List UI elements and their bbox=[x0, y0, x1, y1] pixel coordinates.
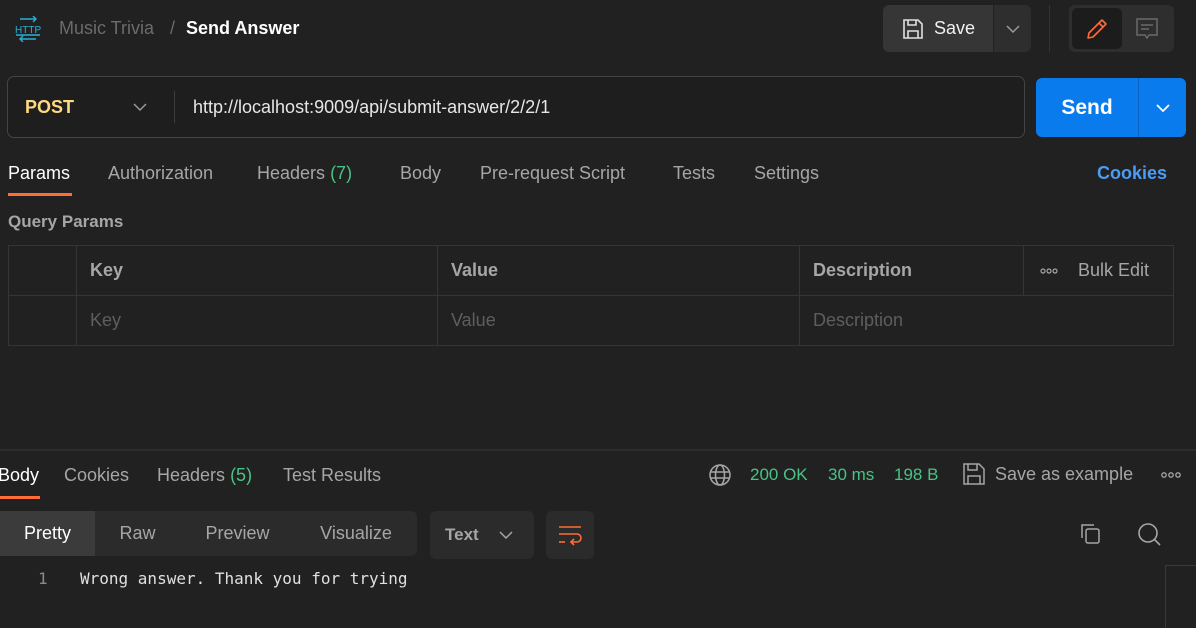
headers-count: (7) bbox=[330, 163, 353, 183]
active-response-tab-indicator bbox=[0, 496, 40, 499]
response-tab-body[interactable]: Body bbox=[0, 465, 39, 486]
pencil-icon bbox=[1087, 18, 1107, 39]
wrap-lines-icon bbox=[559, 526, 582, 546]
wrap-lines-button[interactable] bbox=[546, 511, 594, 559]
cookies-link[interactable]: Cookies bbox=[1097, 163, 1167, 184]
tab-prerequest-script[interactable]: Pre-request Script bbox=[480, 163, 625, 184]
bulk-edit-button[interactable]: Bulk Edit bbox=[1078, 260, 1149, 281]
view-preview[interactable]: Preview bbox=[180, 511, 295, 556]
save-options-button[interactable] bbox=[994, 5, 1031, 52]
tab-headers[interactable]: Headers (7) bbox=[257, 163, 352, 184]
response-tab-cookies[interactable]: Cookies bbox=[64, 465, 129, 486]
tab-authorization[interactable]: Authorization bbox=[108, 163, 213, 184]
format-label: Text bbox=[445, 525, 479, 544]
method-label: POST bbox=[25, 96, 75, 117]
header-divider bbox=[1049, 5, 1050, 52]
tab-body[interactable]: Body bbox=[400, 163, 441, 184]
save-as-example-label: Save as example bbox=[995, 463, 1134, 484]
response-tab-headers[interactable]: Headers (5) bbox=[157, 465, 252, 486]
chevron-down-icon bbox=[133, 103, 147, 112]
chevron-down-icon bbox=[499, 531, 513, 539]
chevron-down-icon bbox=[1005, 24, 1020, 33]
view-mode-tabs: Pretty Raw Preview Visualize bbox=[0, 511, 417, 556]
format-select[interactable]: Text bbox=[430, 511, 534, 559]
response-body-line[interactable]: Wrong answer. Thank you for trying bbox=[80, 569, 408, 588]
checkbox-column-header bbox=[9, 246, 77, 296]
send-options-button[interactable] bbox=[1138, 78, 1186, 137]
tab-params[interactable]: Params bbox=[8, 163, 70, 184]
header-bar: HTTP Music Trivia / Send Answer Save bbox=[0, 0, 1196, 58]
search-icon[interactable] bbox=[1137, 522, 1163, 548]
url-divider bbox=[174, 91, 175, 123]
response-headers-count: (5) bbox=[230, 465, 253, 485]
more-options-icon[interactable] bbox=[1160, 464, 1182, 486]
edit-mode-button[interactable] bbox=[1072, 8, 1122, 49]
breadcrumb-separator: / bbox=[170, 18, 176, 38]
column-header-value: Value bbox=[438, 246, 800, 296]
status-code[interactable]: 200 OK bbox=[750, 465, 808, 485]
active-tab-indicator bbox=[8, 193, 72, 196]
tab-settings[interactable]: Settings bbox=[754, 163, 819, 184]
breadcrumb-collection[interactable]: Music Trivia bbox=[59, 18, 154, 39]
save-button[interactable]: Save bbox=[883, 5, 993, 52]
url-bar: POST http://localhost:9009/api/submit-an… bbox=[7, 76, 1025, 138]
value-input[interactable]: Value bbox=[438, 296, 800, 345]
save-icon bbox=[903, 18, 923, 39]
comment-icon bbox=[1136, 17, 1158, 39]
response-time[interactable]: 30 ms bbox=[828, 465, 874, 485]
pane-resize-handle[interactable] bbox=[0, 449, 1196, 451]
view-pretty[interactable]: Pretty bbox=[0, 511, 95, 556]
tab-tests[interactable]: Tests bbox=[673, 163, 715, 184]
more-options-icon[interactable] bbox=[1040, 267, 1058, 274]
line-number: 1 bbox=[38, 569, 48, 588]
save-as-example-button[interactable]: Save as example bbox=[962, 462, 1133, 486]
http-icon: HTTP bbox=[15, 16, 41, 42]
response-tab-headers-label: Headers bbox=[157, 465, 226, 485]
row-checkbox-cell bbox=[9, 296, 77, 345]
comment-mode-button[interactable] bbox=[1123, 8, 1171, 49]
tab-headers-label: Headers bbox=[257, 163, 326, 183]
mode-toggle bbox=[1069, 5, 1174, 52]
chevron-down-icon bbox=[1155, 103, 1170, 112]
view-visualize[interactable]: Visualize bbox=[295, 511, 417, 556]
send-button[interactable]: Send bbox=[1036, 78, 1138, 137]
column-header-description: Description bbox=[800, 246, 1024, 296]
query-params-title: Query Params bbox=[8, 212, 124, 231]
save-label: Save bbox=[934, 18, 976, 38]
description-input[interactable]: Description bbox=[800, 296, 1173, 345]
breadcrumb-request-name[interactable]: Send Answer bbox=[186, 18, 299, 39]
params-table: Key Value Description Bulk Edit Key Valu… bbox=[8, 245, 1174, 346]
save-icon bbox=[963, 463, 985, 485]
copy-icon[interactable] bbox=[1078, 522, 1102, 546]
response-size[interactable]: 198 B bbox=[894, 465, 938, 485]
globe-icon[interactable] bbox=[709, 464, 731, 486]
view-raw[interactable]: Raw bbox=[95, 511, 180, 556]
code-minimap[interactable] bbox=[1165, 565, 1196, 628]
table-actions: Bulk Edit bbox=[1024, 246, 1173, 296]
url-input[interactable]: http://localhost:9009/api/submit-answer/… bbox=[193, 77, 1013, 137]
key-input[interactable]: Key bbox=[77, 296, 438, 345]
method-select[interactable]: POST bbox=[8, 77, 174, 137]
column-header-key: Key bbox=[77, 246, 438, 296]
response-tab-test-results[interactable]: Test Results bbox=[283, 465, 381, 486]
